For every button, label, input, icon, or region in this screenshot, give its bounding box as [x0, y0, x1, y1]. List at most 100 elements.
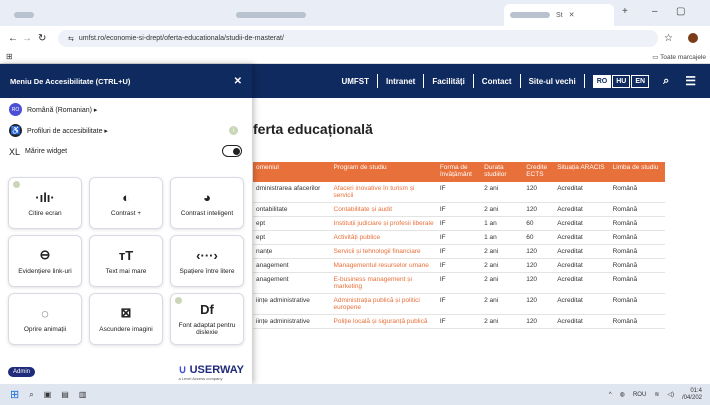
clock[interactable]: 01:4/04/202	[682, 388, 702, 402]
table-cell: iințe administrative	[253, 293, 331, 315]
volume-icon[interactable]: ◁)	[667, 391, 674, 398]
table-cell: IF	[436, 272, 482, 294]
feature-card[interactable]: ◌ Oprire animații	[8, 293, 82, 345]
table-row: nanțe Servicii și tehnologii financiare IF…	[253, 244, 665, 259]
program-link[interactable]: Servicii și tehnologii financiare	[330, 244, 437, 259]
site-info-icon[interactable]: ⇆	[68, 35, 74, 43]
program-link[interactable]: Managementul resurselor umane	[330, 258, 437, 273]
profile-avatar[interactable]	[688, 33, 698, 43]
oversize-widget-row[interactable]: XL Mărire widget	[0, 141, 252, 162]
program-link[interactable]: Poliție locală și siguranță publică	[330, 314, 437, 329]
program-link[interactable]: Administrația publică și politici europe…	[330, 293, 437, 315]
app-icon[interactable]: ▣	[44, 390, 52, 399]
nav-facilitati[interactable]: Facilități	[432, 77, 464, 86]
table-cell: IF	[436, 202, 482, 217]
language-label: Română (Romanian) ▸	[27, 106, 98, 114]
table-cell: Română	[609, 216, 665, 231]
browser-tab[interactable]	[230, 4, 340, 26]
feature-label: Contrast +	[110, 209, 142, 217]
table-cell: ept	[253, 230, 331, 245]
language-selector[interactable]: RO Română (Romanian) ▸	[0, 99, 252, 120]
table-row: anagement E-business management și market…	[253, 272, 665, 294]
bookmark-star-icon[interactable]: ☆	[664, 33, 673, 44]
input-language[interactable]: ROU	[633, 392, 646, 398]
nav-contact[interactable]: Contact	[482, 77, 512, 86]
feature-card[interactable]: ⊖ Evidențiere link-uri	[8, 235, 82, 287]
taskbar: ⊞ ⌕ ▣ ▤ ▥ ^ ◍ ROU ≋ ◁) 01:4/04/202	[0, 384, 710, 405]
table-header-row: omeniul Program de studiu Forma de învăț…	[253, 162, 665, 182]
table-cell: 120	[523, 202, 555, 217]
feature-card[interactable]: ◐ Contrast +	[89, 177, 163, 229]
table-cell: Acreditat	[554, 314, 610, 329]
feature-card[interactable]: Df Font adaptat pentru dislexie	[170, 293, 244, 345]
admin-button[interactable]: Admin	[8, 367, 36, 377]
hamburger-menu-icon[interactable]: ☰	[685, 74, 696, 88]
search-taskbar-icon[interactable]: ⌕	[29, 390, 33, 400]
feature-card[interactable]: ·ılı· Citire ecran	[8, 177, 82, 229]
all-bookmarks[interactable]: ▭ Toate marcajele	[652, 53, 706, 61]
table-cell: Acreditat	[554, 272, 610, 294]
close-panel-icon[interactable]: ✕	[234, 76, 242, 87]
profiles-row[interactable]: ♿ Profiluri de accesibilitate ▸ i	[0, 120, 252, 141]
feature-card[interactable]: ◕ Contrast inteligent	[170, 177, 244, 229]
apps-grid-icon[interactable]: ⊞	[6, 52, 13, 61]
table-cell: IF	[436, 216, 482, 231]
table-row: ept Activități publice IF 1 an 60 Acreditat Ro…	[253, 230, 665, 245]
reload-icon[interactable]: ↻	[38, 33, 46, 44]
program-link[interactable]: Activități publice	[330, 230, 437, 245]
lang-ro[interactable]: RO	[592, 74, 612, 88]
table-cell: 2 ani	[481, 202, 524, 217]
table-body: dministrarea afacerilor Afaceri inovative…	[253, 182, 665, 329]
program-link[interactable]: Contabilitate și audit	[330, 202, 437, 217]
table-cell: Acreditat	[554, 244, 610, 259]
address-bar[interactable]: ⇆ umfst.ro/economie-si-drept/oferta-educ…	[58, 30, 658, 47]
close-tab-icon[interactable]: ✕	[569, 11, 575, 19]
info-icon[interactable]	[175, 297, 182, 304]
chevron-up-icon[interactable]: ^	[609, 392, 612, 398]
table-cell: Română	[609, 244, 665, 259]
tray-app-icon[interactable]: ◍	[620, 391, 625, 398]
nav-intranet[interactable]: Intranet	[386, 77, 415, 86]
feature-label: Font adaptat pentru dislexie	[178, 322, 236, 336]
nav-umfst[interactable]: UMFST	[341, 77, 369, 86]
feature-label: Ascundere imagini	[99, 326, 153, 333]
start-icon[interactable]: ⊞	[10, 388, 19, 401]
lang-en[interactable]: EN	[631, 74, 650, 88]
lang-hu[interactable]: HU	[612, 74, 631, 88]
text-size-icon: тT	[118, 247, 134, 263]
active-browser-tab[interactable]: St ✕	[504, 4, 614, 26]
feature-card[interactable]: ⊠ Ascundere imagini	[89, 293, 163, 345]
app-icon[interactable]: ▥	[79, 390, 87, 399]
system-tray: ^ ◍ ROU ≋ ◁) 01:4/04/202	[609, 384, 702, 405]
feature-label: Oprire animații	[23, 325, 67, 333]
oversize-toggle[interactable]	[222, 145, 242, 157]
nav-old-site[interactable]: Site-ul vechi	[529, 77, 576, 86]
table-cell: 120	[523, 182, 555, 203]
wifi-icon[interactable]: ≋	[654, 391, 659, 398]
feature-label: Citire ecran	[28, 209, 62, 217]
userway-logo[interactable]: ∪ USERWAY a Level Access company	[178, 363, 244, 381]
program-link[interactable]: E-business management și marketing	[330, 272, 437, 294]
browser-tab[interactable]	[8, 4, 48, 26]
table-cell: 2 ani	[481, 293, 524, 315]
table-cell: Română	[609, 258, 665, 273]
feature-card[interactable]: тT Text mai mare	[89, 235, 163, 287]
xl-icon: XL	[9, 146, 21, 157]
feature-label: Contrast inteligent	[180, 209, 234, 217]
table-cell: 1 an	[481, 216, 524, 231]
info-icon[interactable]: i	[229, 126, 238, 135]
new-tab-icon[interactable]: +	[622, 6, 628, 17]
feature-card[interactable]: ‹···› Spațiere între litere	[170, 235, 244, 287]
back-icon[interactable]: ←	[8, 33, 18, 44]
program-link[interactable]: Instituții judiciare și profesii liberal…	[330, 216, 437, 231]
table-row: ept Instituții judiciare și profesii libe…	[253, 216, 665, 231]
search-icon[interactable]: ⌕	[663, 75, 669, 88]
minimize-icon[interactable]: –	[652, 6, 658, 17]
accessibility-panel: Meniu De Accesibilitate (CTRL+U) ✕ RO Ro…	[0, 64, 252, 384]
program-link[interactable]: Afaceri inovative în turism și servicii	[330, 182, 437, 203]
forward-icon[interactable]: →	[22, 33, 32, 44]
table-cell: 2 ani	[481, 272, 524, 294]
maximize-icon[interactable]: ▢	[676, 6, 685, 17]
app-icon[interactable]: ▤	[61, 390, 69, 399]
info-icon[interactable]	[13, 181, 20, 188]
